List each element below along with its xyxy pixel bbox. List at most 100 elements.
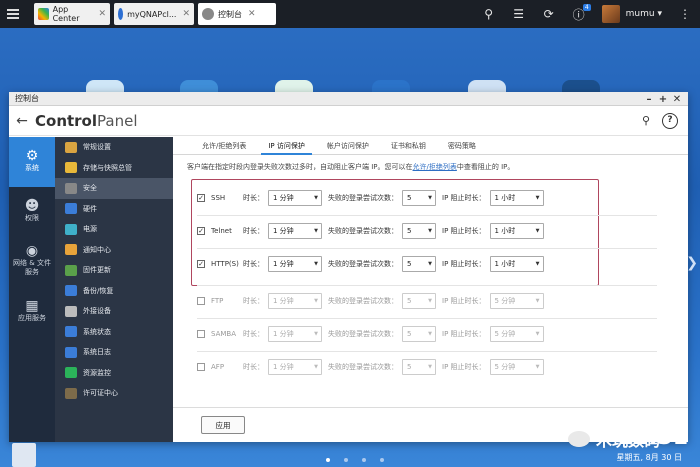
block-duration-select[interactable]: 1 小时 — [489, 256, 544, 272]
category-network-file-services[interactable]: ◉ 网络 & 文件服务 — [9, 237, 55, 287]
duration-select[interactable]: 1 分钟 — [268, 326, 322, 342]
firmware-icon — [65, 264, 77, 276]
apply-button[interactable]: 应用 — [201, 416, 245, 434]
sidebar-item-external-device[interactable]: 外接设备 — [55, 301, 173, 322]
protection-row-ssh: ✓ SSH 时长： 1 分钟 失败的登录尝试次数： 5 IP 阻止时长： 1 小… — [197, 188, 637, 208]
back-arrow-icon[interactable]: ← — [9, 113, 35, 129]
page-indicator — [326, 458, 398, 462]
divider — [197, 248, 657, 249]
duration-select[interactable]: 1 分钟 — [268, 256, 322, 272]
taskbar-tab-control-panel[interactable]: 控制台 ✕ — [198, 3, 276, 25]
page-dot[interactable] — [362, 458, 366, 462]
sidebar-item-notification-center[interactable]: 通知中心 — [55, 240, 173, 261]
more-options-icon[interactable]: ⋮ — [670, 0, 700, 28]
block-duration-select[interactable]: 5 分钟 — [489, 293, 544, 309]
allow-deny-list-link[interactable]: 允许/拒绝列表 — [413, 163, 457, 171]
sidebar-item-system-logs[interactable]: 系统日志 — [55, 342, 173, 363]
license-icon — [65, 387, 77, 399]
notification-icon — [65, 244, 77, 256]
window-title-bar[interactable]: 控制台 – + ✕ — [9, 92, 688, 106]
category-privilege[interactable]: ☻ 权限 — [9, 187, 55, 237]
tab-bar: 允许/拒绝列表 IP 访问保护 帐户访问保护 证书和私钥 密码策略 — [173, 137, 688, 155]
user-icon: ☻ — [24, 197, 40, 214]
close-icon[interactable]: ✕ — [98, 9, 106, 19]
taskbar-tab-myqnapcloud[interactable]: myQNAPcl... ✕ — [114, 3, 194, 25]
sidebar-item-general-settings[interactable]: 常规设置 — [55, 137, 173, 158]
sidebar-item-system-status[interactable]: 系统状态 — [55, 322, 173, 343]
usb-device-icon — [65, 305, 77, 317]
category-application-services[interactable]: ▦ 应用服务 — [9, 287, 55, 337]
samba-checkbox[interactable] — [197, 330, 205, 338]
monitor-icon — [65, 326, 77, 338]
shield-icon — [65, 182, 77, 194]
duration-select[interactable]: 1 分钟 — [268, 359, 322, 375]
app-center-icon — [38, 8, 49, 20]
log-icon — [65, 346, 77, 358]
sidebar-item-backup-restore[interactable]: 备份/恢复 — [55, 281, 173, 302]
description: 客户端在指定时段内登录失败次数过多时，自动阻止客户端 IP。您可以在允许/拒绝列… — [187, 163, 515, 171]
close-icon[interactable]: ✕ — [248, 9, 256, 19]
protection-row-telnet: ✓ Telnet 时长： 1 分钟 失败的登录尝试次数： 5 IP 阻止时长： … — [197, 221, 637, 241]
sync-icon[interactable]: ⟳ — [534, 0, 564, 28]
sidebar-item-resource-monitor[interactable]: 资源监控 — [55, 363, 173, 384]
page-dot[interactable] — [380, 458, 384, 462]
duration-select[interactable]: 1 分钟 — [268, 223, 322, 239]
help-icon[interactable]: ? — [662, 113, 678, 129]
dashboard-icon[interactable] — [12, 443, 36, 467]
sidebar-item-security[interactable]: 安全 — [55, 178, 173, 199]
ftp-checkbox[interactable] — [197, 297, 205, 305]
main-menu-icon[interactable] — [0, 0, 26, 28]
system-submenu: 常规设置 存储与快照总管 安全 硬件 电源 通知中心 固件更新 备份/恢复 外接… — [55, 137, 173, 442]
sidebar-item-hardware[interactable]: 硬件 — [55, 199, 173, 220]
close-icon[interactable]: ✕ — [670, 94, 684, 105]
background-tasks-icon[interactable]: ☰ — [504, 0, 534, 28]
attempts-select[interactable]: 5 — [402, 256, 436, 272]
search-icon[interactable]: ⚲ — [638, 113, 654, 129]
tab-certificate[interactable]: 证书和私钥 — [380, 141, 437, 154]
next-page-arrow-icon[interactable]: ❯ — [686, 255, 698, 271]
attempts-select[interactable]: 5 — [402, 326, 436, 342]
page-dot[interactable] — [344, 458, 348, 462]
sidebar-item-firmware-update[interactable]: 固件更新 — [55, 260, 173, 281]
telnet-checkbox[interactable]: ✓ — [197, 227, 205, 235]
block-duration-select[interactable]: 1 小时 — [489, 190, 544, 206]
maximize-icon[interactable]: + — [656, 94, 670, 105]
sidebar-item-power[interactable]: 电源 — [55, 219, 173, 240]
sidebar-item-license-center[interactable]: 许可证中心 — [55, 383, 173, 404]
sidebar-item-storage-snapshots[interactable]: 存储与快照总管 — [55, 158, 173, 179]
duration-select[interactable]: 1 分钟 — [268, 293, 322, 309]
attempts-select[interactable]: 5 — [402, 359, 436, 375]
user-menu[interactable]: mumu ▾ — [626, 9, 662, 19]
taskbar-tab-app-center[interactable]: App Center ✕ — [34, 3, 110, 25]
gear-icon: ⚙ — [25, 147, 39, 164]
attempts-select[interactable]: 5 — [402, 223, 436, 239]
power-icon — [65, 223, 77, 235]
apps-icon: ▦ — [25, 297, 39, 314]
settings-icon — [65, 141, 77, 153]
tab-password-policy[interactable]: 密码策略 — [437, 141, 487, 154]
attempts-select[interactable]: 5 — [402, 293, 436, 309]
close-icon[interactable]: ✕ — [182, 9, 190, 19]
search-icon[interactable]: ⚲ — [474, 0, 504, 28]
tab-ip-access-protection[interactable]: IP 访问保护 — [257, 141, 316, 155]
http-checkbox[interactable]: ✓ — [197, 260, 205, 268]
duration-select[interactable]: 1 分钟 — [268, 190, 322, 206]
control-panel-icon — [202, 8, 214, 20]
protection-row-samba: SAMBA 时长： 1 分钟 失败的登录尝试次数： 5 IP 阻止时长： 5 分… — [197, 324, 637, 344]
notification-icon[interactable]: ⓘ 4 — [564, 0, 594, 28]
tab-allow-deny-list[interactable]: 允许/拒绝列表 — [191, 141, 257, 154]
backup-icon — [65, 285, 77, 297]
afp-checkbox[interactable] — [197, 363, 205, 371]
desktop-clock: 22:31 — [617, 425, 688, 450]
ssh-checkbox[interactable]: ✓ — [197, 194, 205, 202]
block-duration-select[interactable]: 5 分钟 — [489, 326, 544, 342]
avatar[interactable] — [601, 5, 620, 23]
minimize-icon[interactable]: – — [642, 94, 656, 105]
divider — [197, 318, 657, 319]
tab-account-access-protection[interactable]: 帐户访问保护 — [316, 141, 380, 154]
category-system[interactable]: ⚙ 系统 — [9, 137, 55, 187]
page-dot[interactable] — [326, 458, 330, 462]
block-duration-select[interactable]: 5 分钟 — [489, 359, 544, 375]
block-duration-select[interactable]: 1 小时 — [489, 223, 544, 239]
attempts-select[interactable]: 5 — [402, 190, 436, 206]
